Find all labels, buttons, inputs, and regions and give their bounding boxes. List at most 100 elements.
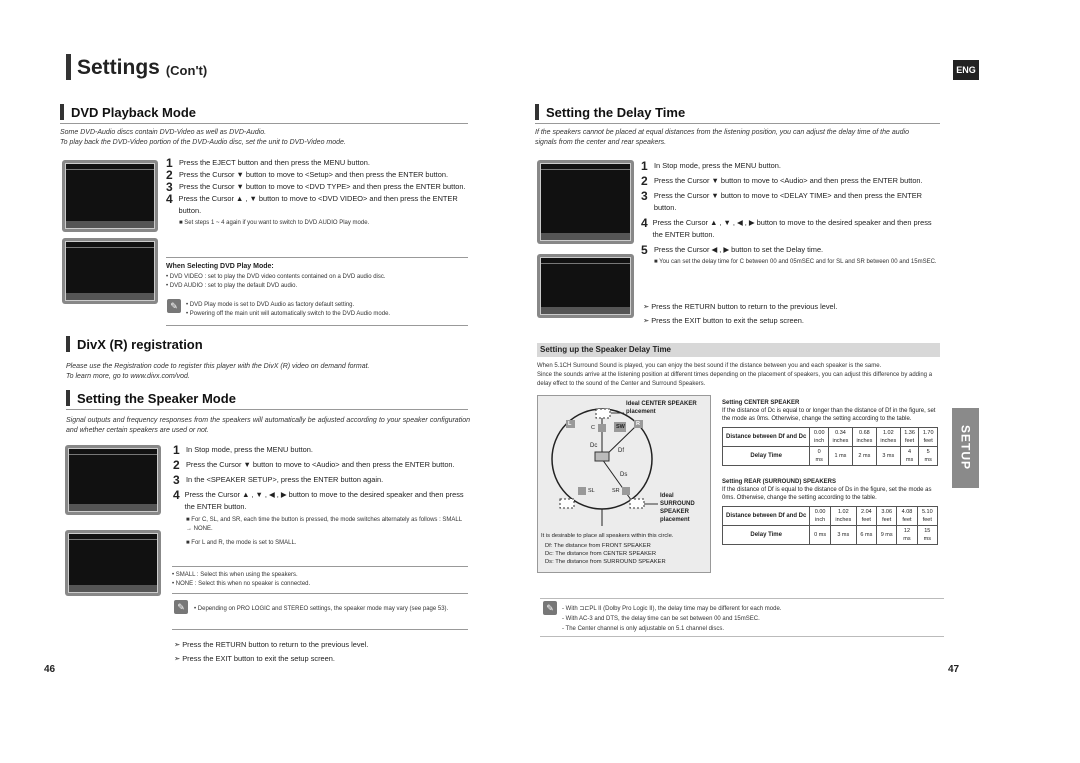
step-number: 4 <box>173 488 180 502</box>
cell: 6 ms <box>855 525 878 545</box>
menu-screenshot <box>65 530 161 596</box>
speaker-diagram: L C SW R Dc Df Ds SL SR Ideal CENTER SPE… <box>537 395 711 573</box>
page-number-left: 46 <box>44 664 56 675</box>
arrow-item: ➣ Press the EXIT button to exit the setu… <box>643 314 837 328</box>
arrow-icon: ➣ <box>174 654 183 663</box>
step: 1 Press the EJECT button and then press t… <box>166 157 466 169</box>
step-number: 2 <box>641 174 648 188</box>
cell: 0.00 inch <box>809 427 830 447</box>
cell: 9 ms <box>876 525 898 545</box>
distance-label: Ds <box>620 472 628 478</box>
sub-note: ■ For C, SL, and SR, each time the butto… <box>186 517 462 532</box>
speaker-mode-steps: 1 In Stop mode, press the MENU button. 2P… <box>173 444 473 548</box>
step: 3 In the <SPEAKER SETUP>, press the ENTER… <box>173 474 473 486</box>
step-number: 2 <box>173 458 180 472</box>
cell: 4.08 feet <box>896 506 918 526</box>
text-line: To learn more, go to www.divx.com/vod. <box>66 373 190 380</box>
caption-line: It is desirable to place all speakers wi… <box>541 533 674 539</box>
list-item: • DVD VIDEO : set to play the DVD video … <box>166 274 386 280</box>
speaker-mode-note: • Depending on PRO LOGIC and STEREO sett… <box>194 606 449 612</box>
step: 2 Press the Cursor ▼ button to move to <A… <box>173 459 473 471</box>
cell: 1 ms <box>828 446 853 466</box>
speaker-mode-intro: Signal outputs and frequency responses f… <box>66 417 470 434</box>
section-band: Setting up the Speaker Delay Time <box>537 343 940 357</box>
step-text: Press the Cursor ▲ , ▼ button to move to… <box>178 194 458 215</box>
row-header: Distance between Df and Dc <box>721 506 811 526</box>
arrow-text: Press the RETURN button to return to the… <box>651 302 838 311</box>
dvd-intro: Some DVD-Audio discs contain DVD-Video a… <box>60 128 470 148</box>
definition: Dc: The distance from CENTER SPEAKER <box>545 551 657 557</box>
section-title: Setting REAR (SURROUND) SPEAKERS <box>722 479 837 485</box>
table-row: Delay Time 0 ms 1 ms 2 ms 3 ms 4 ms 5 ms <box>721 446 938 466</box>
menu-screenshot <box>62 238 158 304</box>
step: 4 Press the Cursor ▲ , ▼ , ◀ , ▶ button t… <box>641 217 941 241</box>
section-text: If the distance of Df is equal to the di… <box>722 487 932 501</box>
menu-screenshot <box>537 254 634 318</box>
intro-line: Some DVD-Audio discs contain DVD-Video a… <box>60 129 267 136</box>
speaker-mode-arrows: ➣ Press the RETURN button to return to t… <box>174 638 368 666</box>
center-delay-table: Distance between Df and Dc 0.00 inch 0.34 … <box>721 427 938 466</box>
heading-text: Setting the Delay Time <box>546 104 686 120</box>
distance-label: Dc <box>590 443 598 449</box>
step: 1 In Stop mode, press the MENU button. <box>641 160 941 172</box>
distance-label: Df <box>618 448 624 454</box>
cell: 2 ms <box>851 446 877 466</box>
cell: 5.10 feet <box>916 506 939 526</box>
step-number: 3 <box>173 473 180 487</box>
heading-bar <box>66 390 70 406</box>
sub-note: ■ For L and R, the mode is set to SMALL. <box>186 540 297 546</box>
step-number: 3 <box>641 189 648 203</box>
menu-screenshot <box>65 445 161 515</box>
speaker-mode-heading: Setting the Speaker Mode <box>66 390 236 406</box>
intro-line: To play back the DVD-Video portion of th… <box>60 139 346 146</box>
step-number: 4 <box>166 192 173 206</box>
note-line: - With ⊐⊏PL II (Dolby Pro Logic II), the… <box>562 606 782 612</box>
step: 4 Press the Cursor ▲ , ▼ , ◀ , ▶ button t… <box>173 489 473 513</box>
heading-bar <box>535 104 539 120</box>
cell: 3 ms <box>829 525 857 545</box>
list-item: • SMALL : Select this when using the spe… <box>172 572 298 578</box>
side-tab-label: SETUP <box>958 425 973 471</box>
step: 4 Press the Cursor ▲ , ▼ button to move t… <box>166 193 466 217</box>
cell: 1.02 inches <box>875 427 901 447</box>
note-icon: ✎ <box>543 601 557 615</box>
page-number-right: 47 <box>948 664 960 675</box>
cell: 5 ms <box>918 446 938 466</box>
arrow-item: ➣ Press the EXIT button to exit the setu… <box>174 652 368 666</box>
step-text: Press the Cursor ▲ , ▼ , ◀ , ▶ button to… <box>184 490 464 511</box>
step: 3 Press the Cursor ▼ button to move to <D… <box>166 181 466 193</box>
delay-intro: If the speakers cannot be placed at equa… <box>535 128 909 148</box>
page-subtitle: (Con't) <box>165 63 208 78</box>
table-row: Delay Time 0 ms 3 ms 6 ms 9 ms 12 ms 15 ms <box>721 525 939 545</box>
cell: 0 ms <box>809 446 830 466</box>
step: 2 Press the Cursor ▼ button to move to <A… <box>641 175 941 187</box>
dvd-notes: • DVD Play mode is set to DVD Audio as f… <box>186 301 390 319</box>
divx-heading: DivX (R) registration <box>66 336 203 352</box>
heading-bar <box>66 336 70 352</box>
section-title: Setting CENTER SPEAKER <box>722 400 800 406</box>
row-header: Distance between Df and Dc <box>721 427 811 447</box>
row-header: Delay Time <box>721 446 811 466</box>
surround-placement-label: Ideal SURROUND SPEAKER placement <box>660 493 695 523</box>
cell: 12 ms <box>896 525 918 545</box>
step-text: Press the Cursor ▼ button to move to <Se… <box>179 170 449 179</box>
arrow-item: ➣ Press the RETURN button to return to t… <box>643 300 837 314</box>
arrow-text: Press the RETURN button to return to the… <box>182 640 369 649</box>
step-text: Press the Cursor ▼ button to move to <Au… <box>654 176 923 185</box>
row-header: Delay Time <box>721 525 811 545</box>
step-note: ■ Set steps 1 ~ 4 again if you want to s… <box>179 220 370 226</box>
text-line: Please use the Registration code to regi… <box>66 363 370 370</box>
arrow-text: Press the EXIT button to exit the setup … <box>182 654 335 663</box>
note-line: - The Center channel is only adjustable … <box>562 626 724 632</box>
para-line: Since the sounds arrive at the listening… <box>537 372 933 387</box>
step-text: In Stop mode, press the MENU button. <box>186 445 313 454</box>
select-title: When Selecting DVD Play Mode: <box>166 263 274 270</box>
cell: 1.70 feet <box>918 427 938 447</box>
cell: 4 ms <box>899 446 920 466</box>
heading-text: DivX (R) registration <box>77 336 203 352</box>
step-text: Press the Cursor ▼ button to move to <DE… <box>653 191 922 212</box>
note-line: • Powering off the main unit will automa… <box>186 311 391 317</box>
menu-screenshot <box>62 160 158 232</box>
delay-notes: - With ⊐⊏PL II (Dolby Pro Logic II), the… <box>562 604 781 634</box>
step-text: Press the Cursor ◀ , ▶ button to set the… <box>654 245 824 254</box>
